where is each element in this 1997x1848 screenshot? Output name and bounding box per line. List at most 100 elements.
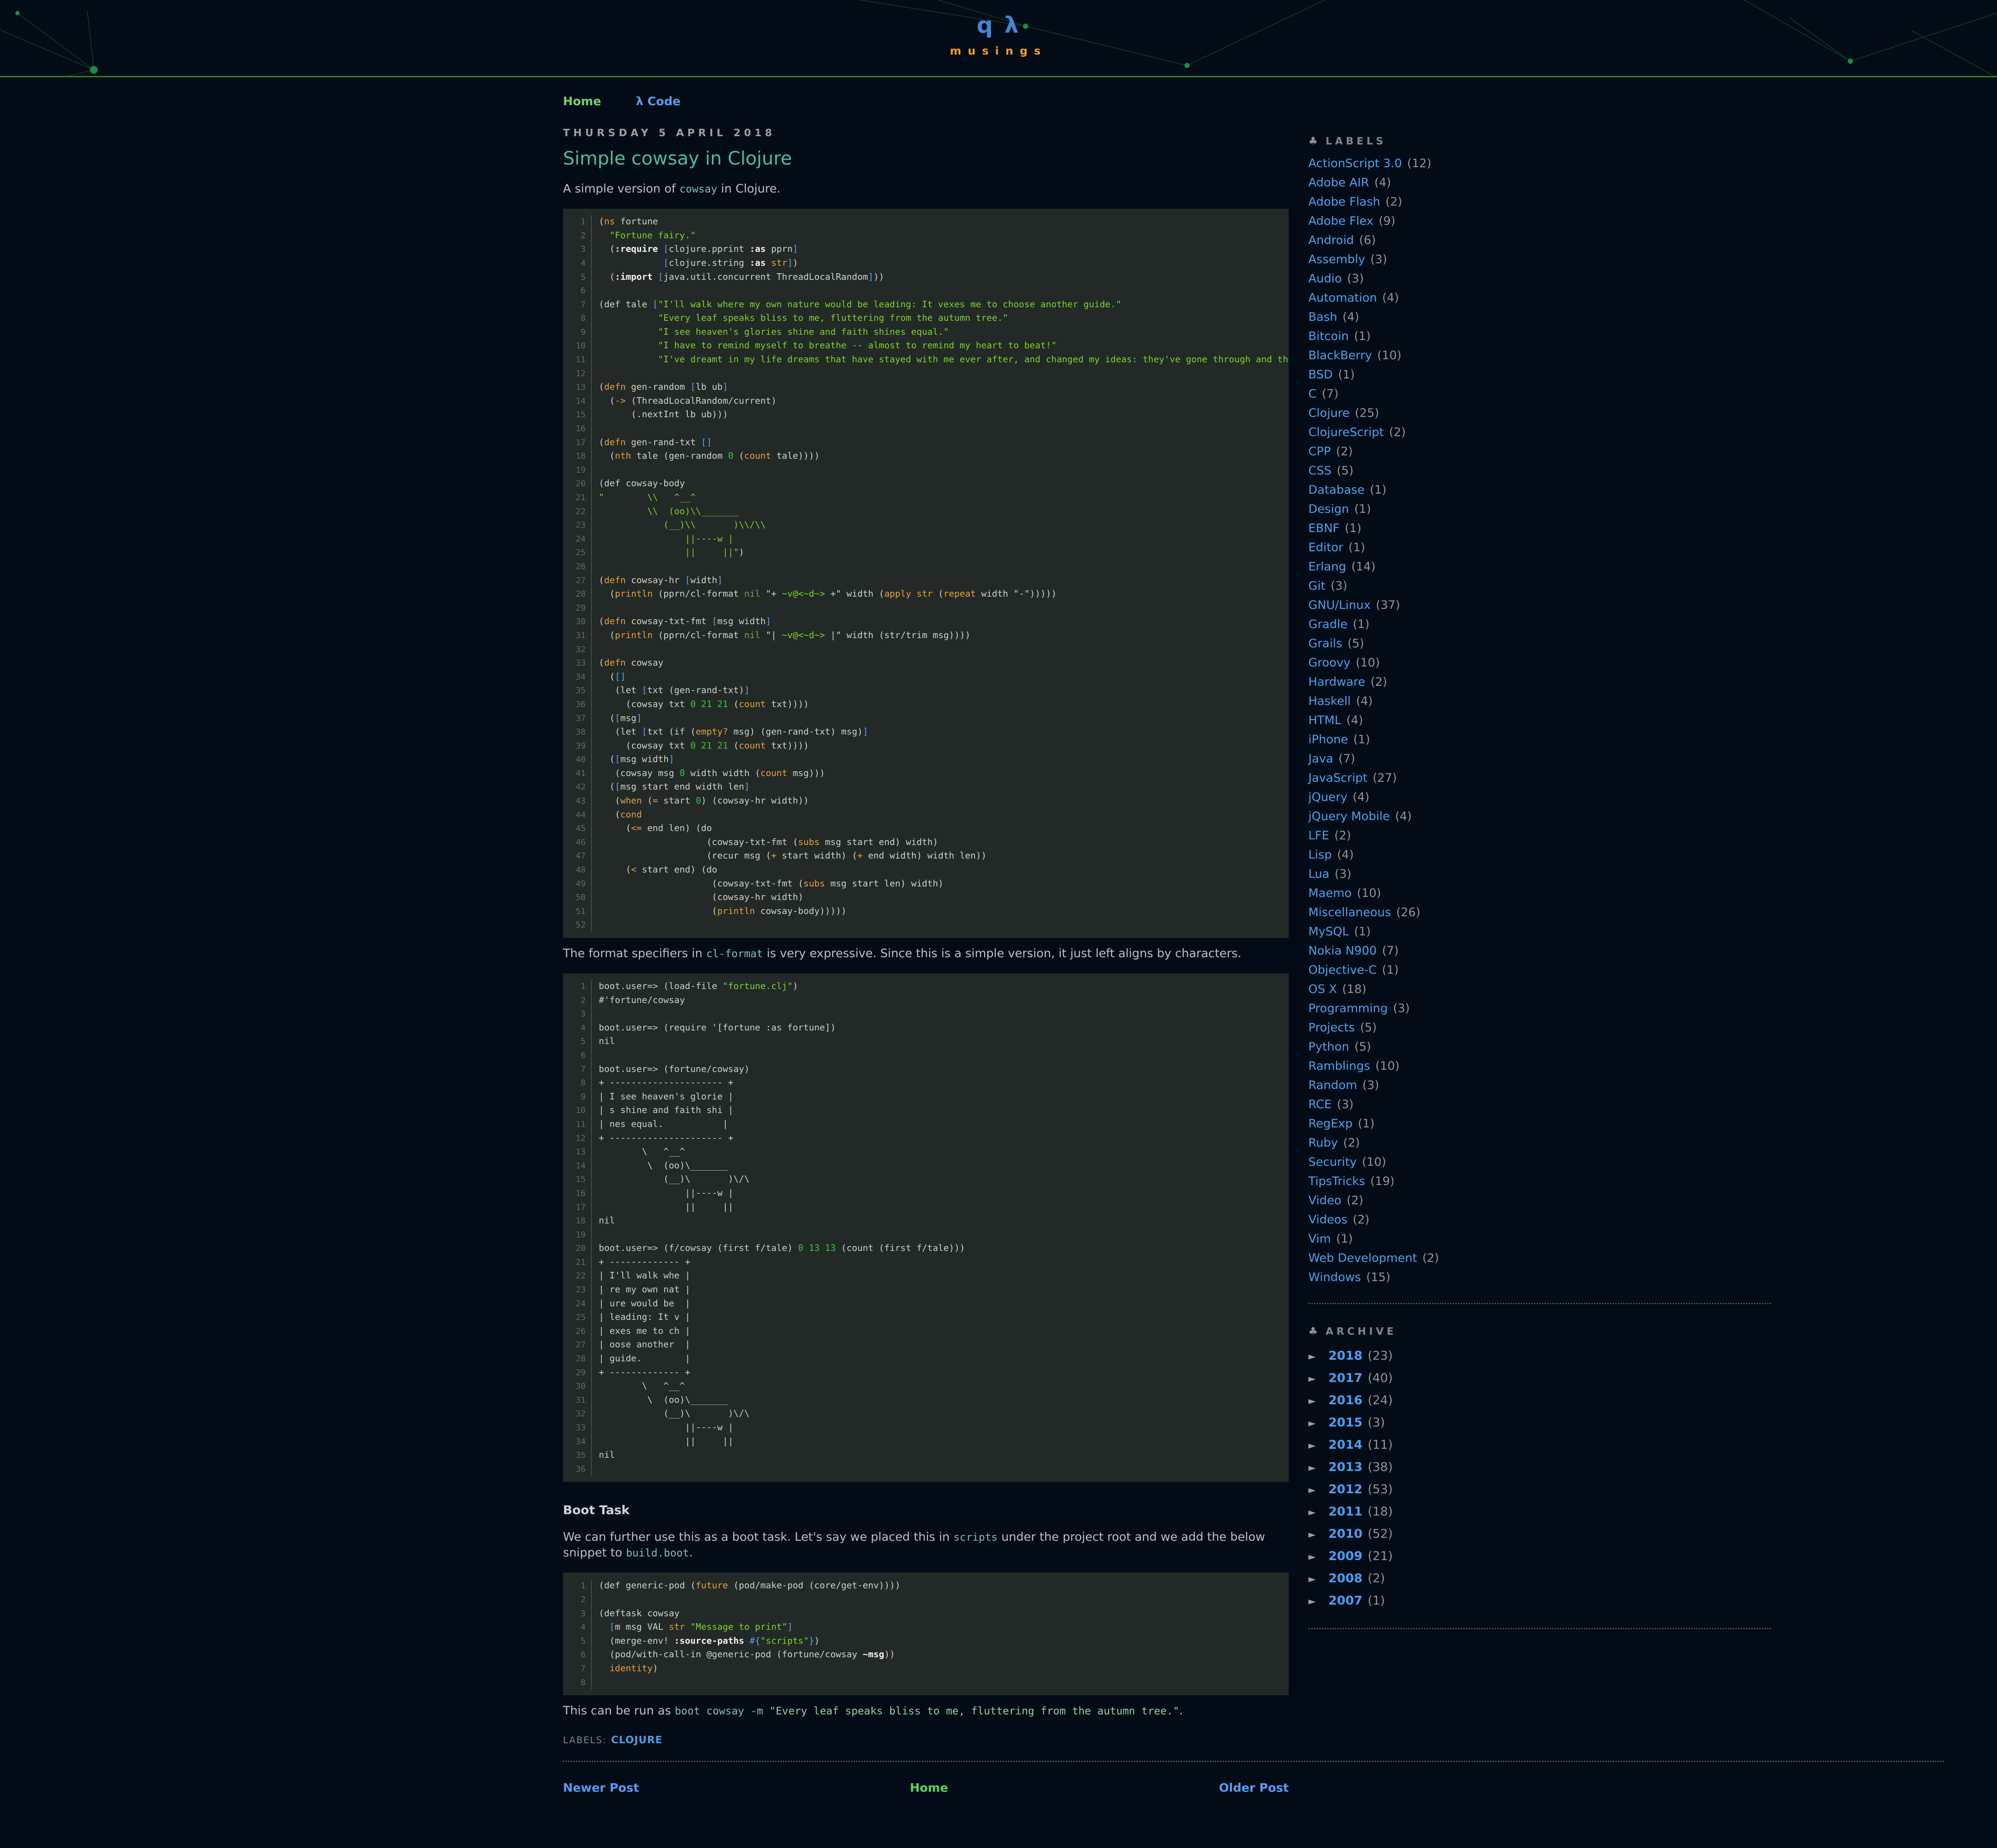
label-link[interactable]: Audio: [1308, 272, 1342, 285]
label-link[interactable]: jQuery Mobile: [1308, 810, 1390, 823]
label-link[interactable]: Security: [1308, 1155, 1357, 1169]
label-link[interactable]: Random: [1308, 1079, 1357, 1092]
label-item: Bitcoin(1): [1308, 327, 1771, 346]
expand-arrow-icon[interactable]: ►: [1308, 1525, 1328, 1546]
label-link[interactable]: Gradle: [1308, 618, 1348, 631]
expand-arrow-icon[interactable]: ►: [1308, 1569, 1328, 1590]
expand-arrow-icon[interactable]: ►: [1308, 1391, 1328, 1412]
label-link[interactable]: BlackBerry: [1308, 349, 1372, 362]
expand-arrow-icon[interactable]: ►: [1308, 1413, 1328, 1434]
label-link[interactable]: Android: [1308, 234, 1354, 247]
label-link[interactable]: Git: [1308, 579, 1325, 593]
label-link[interactable]: TipsTricks: [1308, 1175, 1365, 1188]
expand-arrow-icon[interactable]: ►: [1308, 1591, 1328, 1612]
label-link[interactable]: Adobe Flex: [1308, 214, 1373, 228]
label-link[interactable]: RCE: [1308, 1098, 1331, 1111]
label-item: Audio(3): [1308, 269, 1771, 289]
label-link[interactable]: Grails: [1308, 637, 1342, 650]
archive-year-link[interactable]: 2007: [1328, 1593, 1362, 1608]
expand-arrow-icon[interactable]: ►: [1308, 1502, 1328, 1523]
archive-year-link[interactable]: 2013: [1328, 1460, 1362, 1474]
label-link[interactable]: Bash: [1308, 310, 1337, 324]
label-link[interactable]: Ruby: [1308, 1136, 1338, 1150]
label-link[interactable]: Videos: [1308, 1213, 1348, 1226]
label-link[interactable]: Clojure: [1308, 406, 1350, 420]
label-link[interactable]: C: [1308, 387, 1317, 401]
label-link[interactable]: ClojureScript: [1308, 426, 1384, 439]
older-post-link[interactable]: Older Post: [1219, 1781, 1289, 1795]
expand-arrow-icon[interactable]: ►: [1308, 1458, 1328, 1479]
archive-year-link[interactable]: 2010: [1328, 1526, 1362, 1541]
newer-post-link[interactable]: Newer Post: [563, 1781, 639, 1795]
archive-year-link[interactable]: 2016: [1328, 1393, 1362, 1407]
label-link[interactable]: Assembly: [1308, 253, 1365, 266]
label-item: Lisp (4): [1308, 845, 1771, 865]
label-count: (4): [1342, 310, 1359, 324]
site-logo[interactable]: q λ: [0, 12, 1997, 38]
label-link[interactable]: Groovy: [1308, 656, 1350, 670]
archive-year-link[interactable]: 2014: [1328, 1437, 1362, 1452]
archive-year-link[interactable]: 2009: [1328, 1549, 1362, 1563]
label-link[interactable]: Miscellaneous: [1308, 906, 1391, 919]
label-link[interactable]: Lua: [1308, 867, 1329, 881]
label-link[interactable]: HTML: [1308, 714, 1341, 727]
label-link[interactable]: Windows: [1308, 1271, 1361, 1284]
label-link[interactable]: Erlang: [1308, 560, 1346, 574]
expand-arrow-icon[interactable]: ►: [1308, 1547, 1328, 1568]
archive-year-link[interactable]: 2018: [1328, 1348, 1362, 1363]
label-link[interactable]: Design: [1308, 502, 1349, 516]
label-link[interactable]: Bitcoin: [1308, 330, 1349, 343]
label-link[interactable]: Nokia N900: [1308, 944, 1377, 958]
expand-arrow-icon[interactable]: ►: [1308, 1436, 1328, 1456]
archive-year-link[interactable]: 2008: [1328, 1571, 1362, 1585]
archive-year-link[interactable]: 2011: [1328, 1504, 1362, 1518]
nav-link-lambda-code[interactable]: λ Code: [636, 95, 681, 108]
label-link[interactable]: ActionScript 3.0: [1308, 157, 1402, 170]
label-link[interactable]: Projects: [1308, 1021, 1355, 1034]
label-link[interactable]: OS X: [1308, 982, 1337, 996]
label-link[interactable]: Python: [1308, 1040, 1349, 1054]
label-link[interactable]: Objective-C: [1308, 963, 1377, 977]
post-label-clojure[interactable]: CLOJURE: [611, 1735, 662, 1746]
label-link[interactable]: Java: [1308, 752, 1333, 766]
footer-home-link[interactable]: Home: [910, 1781, 948, 1795]
site-header: q λ musings: [0, 0, 1997, 77]
label-link[interactable]: Hardware: [1308, 675, 1365, 689]
label-link[interactable]: Maemo: [1308, 886, 1352, 900]
label-link[interactable]: Haskell: [1308, 694, 1351, 708]
label-link[interactable]: EBNF: [1308, 522, 1339, 535]
label-link[interactable]: Automation: [1308, 291, 1377, 305]
label-link[interactable]: Ramblings: [1308, 1059, 1370, 1073]
label-link[interactable]: LFE: [1308, 829, 1329, 842]
label-link[interactable]: Programming: [1308, 1002, 1388, 1015]
label-link[interactable]: Vim: [1308, 1232, 1331, 1246]
label-link[interactable]: Adobe AIR: [1308, 176, 1369, 189]
label-link[interactable]: CPP: [1308, 445, 1331, 458]
archive-year-link[interactable]: 2017: [1328, 1371, 1362, 1385]
archive-year-link[interactable]: 2012: [1328, 1482, 1362, 1496]
label-link[interactable]: BSD: [1308, 368, 1333, 381]
label-link[interactable]: iPhone: [1308, 733, 1348, 746]
label-count: (1): [1358, 1117, 1374, 1130]
label-link[interactable]: Adobe Flash: [1308, 195, 1380, 209]
label-link[interactable]: MySQL: [1308, 925, 1349, 938]
label-link[interactable]: CSS: [1308, 464, 1331, 477]
label-link[interactable]: GNU/Linux: [1308, 598, 1371, 612]
label-link[interactable]: RegExp: [1308, 1117, 1352, 1130]
label-count: (4): [1337, 848, 1354, 862]
post-title[interactable]: Simple cowsay in Clojure: [563, 148, 1289, 169]
label-link[interactable]: Web Development: [1308, 1251, 1417, 1265]
nav-link-home[interactable]: Home: [563, 95, 601, 108]
label-link[interactable]: Video: [1308, 1194, 1342, 1207]
label-item: Random(3): [1308, 1076, 1771, 1095]
label-item: Database(1): [1308, 481, 1771, 500]
archive-year-link[interactable]: 2015: [1328, 1415, 1362, 1429]
label-link[interactable]: Database: [1308, 483, 1365, 497]
expand-arrow-icon[interactable]: ►: [1308, 1346, 1328, 1367]
expand-arrow-icon[interactable]: ►: [1308, 1480, 1328, 1501]
expand-arrow-icon[interactable]: ►: [1308, 1369, 1328, 1390]
label-link[interactable]: Lisp: [1308, 848, 1332, 862]
label-link[interactable]: jQuery: [1308, 790, 1348, 804]
label-link[interactable]: Editor: [1308, 541, 1343, 554]
label-link[interactable]: JavaScript: [1308, 771, 1367, 785]
